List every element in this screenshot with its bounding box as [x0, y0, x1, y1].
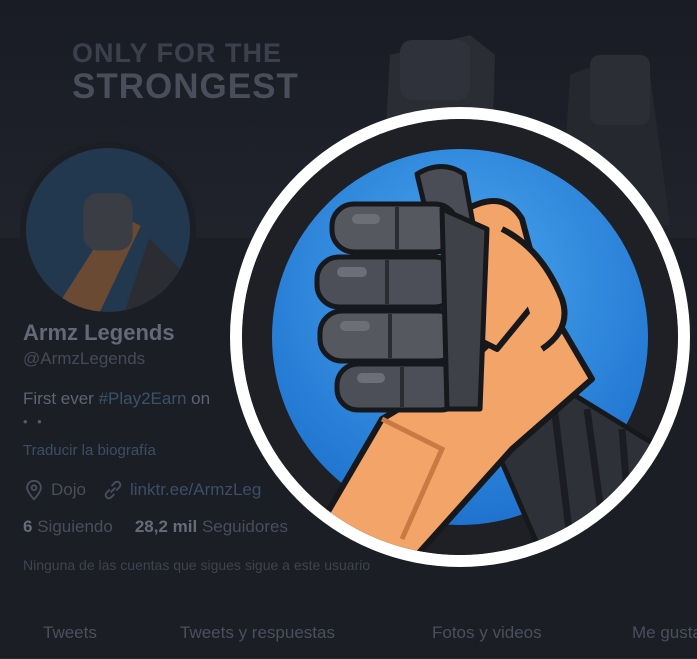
- following-label: Siguiendo: [37, 517, 113, 536]
- avatar-zoom-frame: [242, 119, 678, 555]
- followers-link[interactable]: 28,2 mil Seguidores: [135, 517, 288, 536]
- tab-likes[interactable]: Me gusta: [632, 623, 697, 643]
- follow-stats: 6 Siguiendo 28,2 mil Seguidores: [23, 517, 288, 537]
- banner-slogan: ONLY FOR THE STRONGEST: [72, 38, 299, 106]
- bio-extra: • •: [23, 414, 45, 429]
- following-link[interactable]: 6 Siguiendo: [23, 517, 113, 536]
- profile-handle: @ArmzLegends: [23, 349, 146, 368]
- following-count: 6: [23, 517, 33, 536]
- bio-hashtag-link[interactable]: #Play2Earn: [99, 389, 187, 408]
- avatar-zoom-overlay[interactable]: [230, 107, 690, 567]
- profile-display-name: Armz Legends: [23, 320, 175, 345]
- armwrestle-avatar-small-icon: [26, 148, 190, 312]
- link-icon: [104, 480, 122, 500]
- tab-media[interactable]: Fotos y videos: [432, 623, 542, 643]
- profile-avatar[interactable]: [20, 142, 196, 318]
- tab-tweets[interactable]: Tweets: [43, 623, 97, 643]
- profile-tabs: Tweets Tweets y respuestas Fotos y video…: [0, 605, 697, 659]
- followers-label: Seguidores: [201, 517, 288, 536]
- tab-tweets-and-replies[interactable]: Tweets y respuestas: [180, 623, 335, 643]
- armwrestle-handshake-icon: [242, 119, 678, 555]
- profile-website-link[interactable]: linktr.ee/ArmzLeg: [130, 480, 261, 500]
- bio-text: First ever: [23, 389, 99, 408]
- bio-text-rest: on: [186, 389, 211, 408]
- followers-count: 28,2 mil: [134, 517, 198, 536]
- profile-bio: First ever #Play2Earn on: [23, 389, 210, 409]
- banner-line-2: STRONGEST: [72, 67, 299, 106]
- profile-location: Dojo: [51, 480, 86, 499]
- banner-line-1: ONLY FOR THE: [72, 38, 283, 68]
- location-pin-icon: [26, 479, 42, 501]
- translate-bio-link[interactable]: Traducir la biografía: [23, 442, 156, 459]
- profile-meta: Dojo linktr.ee/ArmzLeg: [23, 478, 261, 502]
- mutual-followers-note: Ninguna de las cuentas que sigues sigue …: [23, 557, 371, 573]
